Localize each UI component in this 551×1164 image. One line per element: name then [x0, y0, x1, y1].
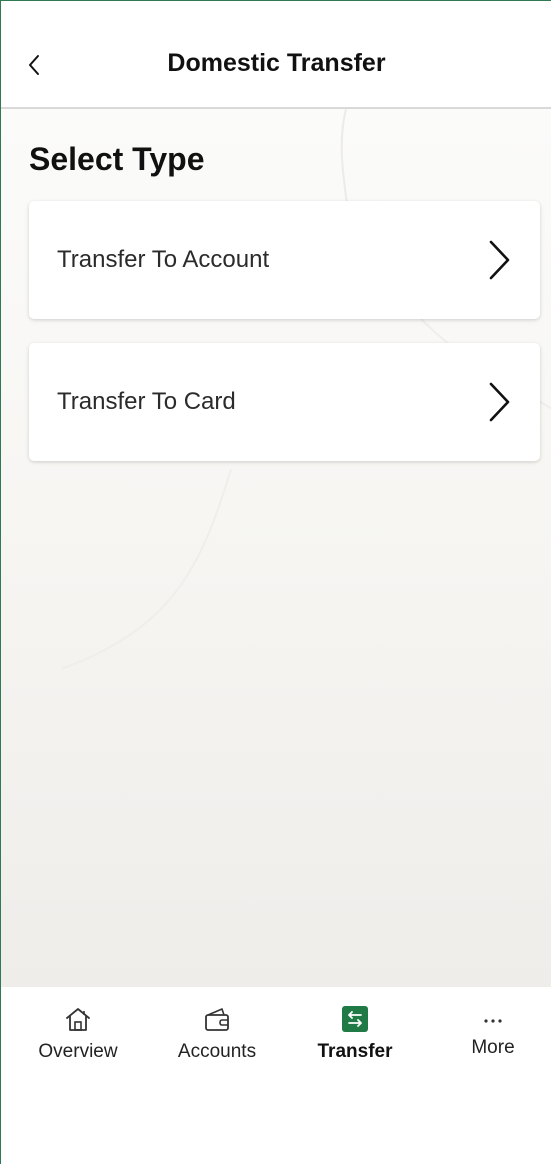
more-icon: [484, 1019, 502, 1023]
transfer-to-account-option[interactable]: Transfer To Account: [29, 201, 540, 319]
tab-more[interactable]: More: [433, 1003, 551, 1073]
page-title: Domestic Transfer: [167, 49, 386, 77]
top-navigation-bar: Domestic Transfer: [1, 1, 551, 109]
wallet-icon: [205, 1008, 229, 1031]
main-content: Select Type Transfer To Account Transfer…: [1, 109, 551, 987]
chevron-right-icon: [489, 240, 510, 280]
tab-transfer[interactable]: Transfer: [295, 1003, 415, 1073]
app-screen: Domestic Transfer Select Type Transfer T…: [0, 0, 551, 1164]
bottom-tab-bar: Overview Accounts Transfer More: [1, 987, 551, 1164]
tab-label: Overview: [38, 1041, 118, 1062]
transfer-icon: [342, 1006, 368, 1032]
tab-accounts[interactable]: Accounts: [157, 1003, 277, 1073]
option-label: Transfer To Card: [57, 388, 236, 415]
transfer-to-card-option[interactable]: Transfer To Card: [29, 343, 540, 461]
tab-overview[interactable]: Overview: [18, 1003, 138, 1073]
option-label: Transfer To Account: [57, 246, 270, 273]
chevron-right-icon: [489, 382, 510, 422]
tab-label: Accounts: [177, 1041, 257, 1062]
home-icon: [66, 1008, 90, 1031]
tab-label: Transfer: [317, 1041, 393, 1062]
section-title: Select Type: [29, 141, 205, 177]
tab-label: More: [471, 1037, 515, 1058]
